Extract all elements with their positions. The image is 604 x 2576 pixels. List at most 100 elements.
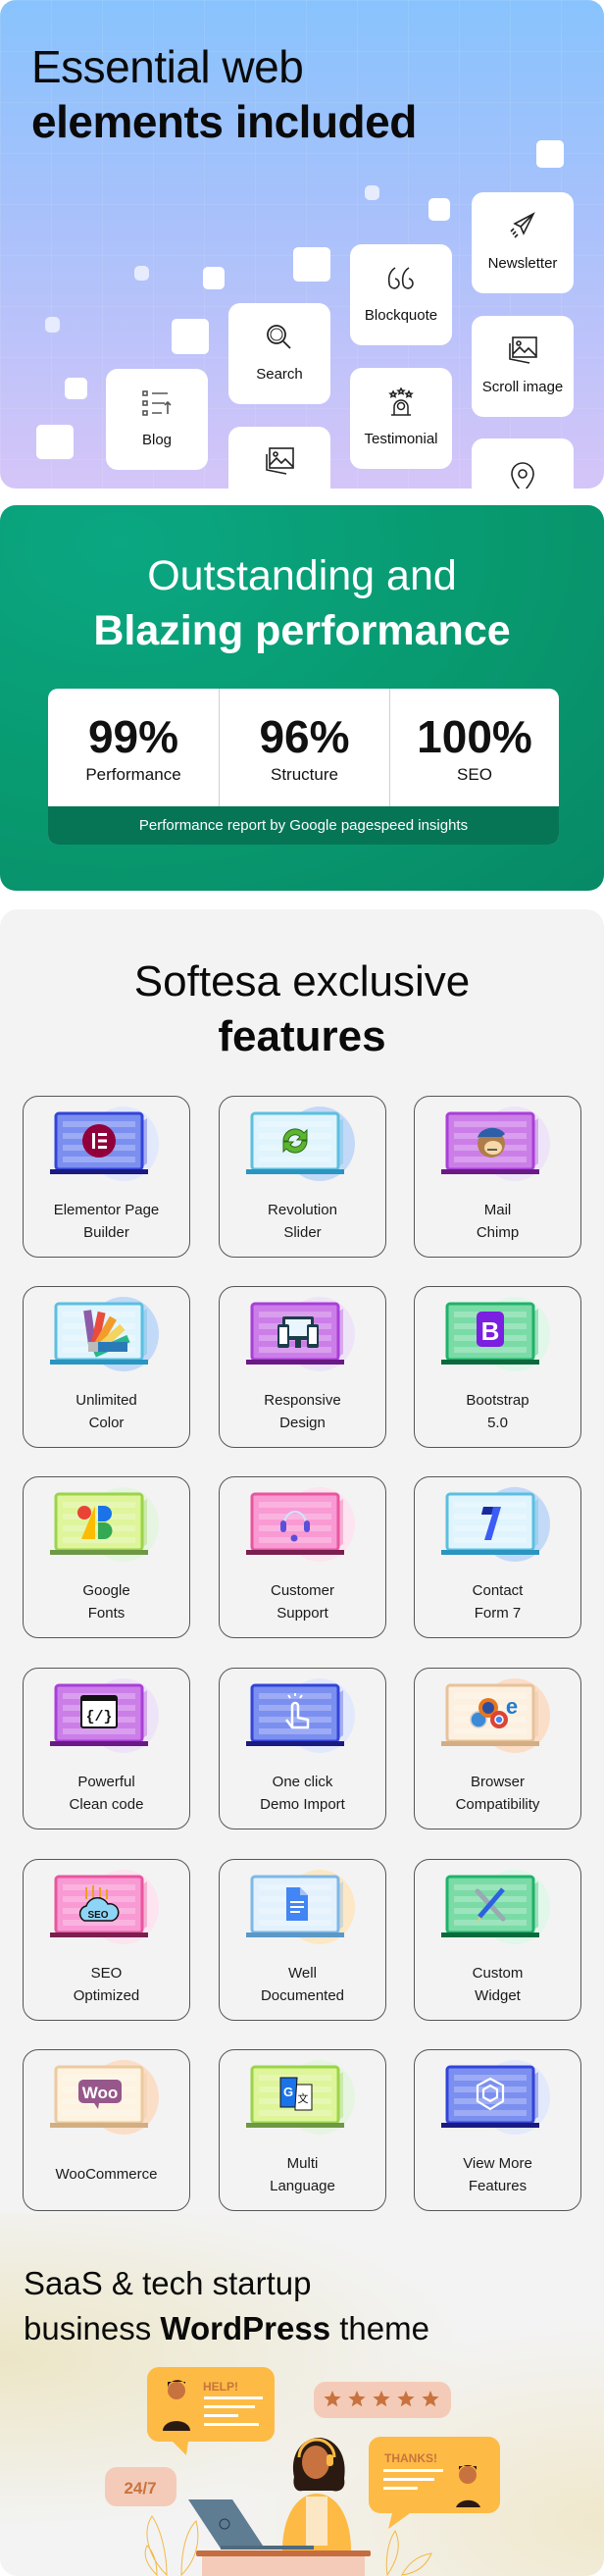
hours-text: 24/7 bbox=[124, 2479, 156, 2498]
feature-label-line1: Responsive bbox=[264, 1392, 341, 1409]
decor-square bbox=[134, 266, 149, 281]
decor-square bbox=[36, 425, 74, 459]
testimonial-icon bbox=[388, 387, 414, 416]
feature-label-line1: Google bbox=[82, 1582, 130, 1599]
thanks-bubble: THANKS! bbox=[369, 2437, 500, 2529]
feature-label-line1: Contact bbox=[472, 1582, 524, 1599]
theme-title-line1: SaaS & tech startup bbox=[24, 2265, 312, 2301]
translate-icon: 文G bbox=[246, 2060, 355, 2135]
quote-icon bbox=[387, 267, 414, 289]
features-title-line1: Softesa exclusive bbox=[133, 957, 471, 1005]
feature-card[interactable]: Custom Widget bbox=[414, 1859, 581, 2021]
features-title-line2: features bbox=[218, 1012, 386, 1060]
bootstrap-logo-icon: B bbox=[441, 1297, 550, 1371]
feature-label-line1: Revolution bbox=[268, 1202, 337, 1218]
feature-label-line2: Support bbox=[277, 1605, 328, 1622]
hexagon-logo-icon bbox=[441, 2060, 550, 2135]
feature-label-line2: Fonts bbox=[87, 1605, 126, 1622]
feature-label-line1: Browser bbox=[470, 1774, 525, 1790]
performance-section: Outstanding and Blazing performance 99% … bbox=[0, 505, 604, 891]
theme-title-line2: business WordPress theme bbox=[24, 2312, 429, 2344]
image-gallery-icon bbox=[266, 447, 294, 475]
feature-card[interactable]: Unlimited Color bbox=[23, 1286, 190, 1448]
elements-title-line2: elements included bbox=[31, 96, 417, 147]
feature-label-line1: Mail bbox=[483, 1202, 512, 1218]
rating-pill bbox=[314, 2382, 451, 2418]
feature-card[interactable]: Elementor Page Builder bbox=[23, 1096, 190, 1258]
feature-card[interactable]: One click Demo Import bbox=[219, 1668, 386, 1829]
feature-card[interactable]: B Bootstrap 5.0 bbox=[414, 1286, 581, 1448]
feature-label-line2: Widget bbox=[475, 1987, 521, 2004]
pagespeed-footer: Performance report by Google pagespeed i… bbox=[48, 806, 559, 845]
element-card-scroll-image[interactable]: Scroll image bbox=[472, 316, 574, 417]
feature-card[interactable]: {/} Powerful Clean code bbox=[23, 1668, 190, 1829]
browsers-icon: e bbox=[441, 1678, 550, 1753]
elements-section: Essential web elements included Blog Sea… bbox=[0, 0, 604, 489]
decor-square bbox=[293, 247, 330, 282]
woocommerce-logo-icon: Woo bbox=[50, 2060, 159, 2135]
element-card-label: Scroll image bbox=[481, 379, 564, 395]
feature-card[interactable]: 文 G Multi Language bbox=[219, 2049, 386, 2211]
feature-label-line2: Demo Import bbox=[260, 1796, 345, 1813]
stat-seo: 100% SEO bbox=[390, 689, 559, 806]
feature-label-line1: Bootstrap bbox=[466, 1392, 529, 1409]
feature-label-line1: Customer bbox=[270, 1582, 335, 1599]
code-window-icon: {/} bbox=[50, 1678, 159, 1753]
elements-title-line1: Essential web bbox=[31, 41, 304, 92]
feature-card[interactable]: Revolution Slider bbox=[219, 1096, 386, 1258]
desk bbox=[196, 2550, 371, 2576]
feature-card[interactable]: View More Features bbox=[414, 2049, 581, 2211]
element-card-testimonial[interactable]: Testimonial bbox=[350, 368, 452, 469]
feature-card[interactable]: Well Documented bbox=[219, 1859, 386, 2021]
feature-card[interactable]: Contact Form 7 bbox=[414, 1476, 581, 1638]
feature-card[interactable]: Mail Chimp bbox=[414, 1096, 581, 1258]
svg-text:B: B bbox=[481, 1316, 500, 1346]
feature-card[interactable]: Google Fonts bbox=[23, 1476, 190, 1638]
feature-label-line2: Slider bbox=[283, 1224, 322, 1241]
element-card-map[interactable] bbox=[472, 438, 574, 489]
decor-square bbox=[428, 198, 450, 221]
headset-icon bbox=[246, 1487, 355, 1562]
feature-label-line2: Clean code bbox=[69, 1796, 144, 1813]
svg-text:{/}: {/} bbox=[85, 1709, 112, 1726]
stat-label: SEO bbox=[457, 765, 492, 784]
feature-label-line1: SEO bbox=[90, 1965, 123, 1982]
element-card-search[interactable]: Search bbox=[228, 303, 330, 404]
features-section: Softesa exclusive features Elementor Pag… bbox=[0, 909, 604, 2576]
element-card-label: Blockquote bbox=[364, 307, 438, 324]
hours-pill: 24/7 bbox=[105, 2467, 176, 2506]
theme-title-post: theme bbox=[330, 2310, 429, 2346]
image-icon bbox=[509, 336, 537, 364]
element-card-newsletter[interactable]: Newsletter bbox=[472, 192, 574, 293]
element-card-blockquote[interactable]: Blockquote bbox=[350, 244, 452, 345]
svg-text:Woo: Woo bbox=[82, 2084, 119, 2102]
performance-title-line2: Blazing performance bbox=[93, 607, 511, 654]
feature-label-line1: Well bbox=[288, 1965, 317, 1982]
decor-square bbox=[45, 317, 60, 333]
stat-value: 100% bbox=[417, 711, 532, 762]
stat-value: 99% bbox=[87, 711, 179, 762]
mailchimp-logo-icon bbox=[441, 1107, 550, 1181]
feature-label-line2: Color bbox=[88, 1415, 125, 1431]
element-card-label: Search bbox=[256, 366, 303, 383]
feature-label-line2: Documented bbox=[260, 1987, 345, 2004]
feature-card[interactable]: SEO SEO Optimized bbox=[23, 1859, 190, 2021]
feature-card[interactable]: Responsive Design bbox=[219, 1286, 386, 1448]
feature-card[interactable]: e Browser Compatibility bbox=[414, 1668, 581, 1829]
stat-performance: 99% Performance bbox=[48, 689, 219, 806]
feature-card[interactable]: Woo WooCommerce bbox=[23, 2049, 190, 2211]
hand-click-icon bbox=[246, 1678, 355, 1753]
decor-square bbox=[172, 319, 209, 354]
element-card-blog[interactable]: Blog bbox=[106, 369, 208, 470]
feature-label-line1: WooCommerce bbox=[55, 2166, 158, 2183]
contact-form-7-logo-icon bbox=[441, 1487, 550, 1562]
seo-cloud-icon: SEO bbox=[50, 1870, 159, 1944]
document-icon bbox=[246, 1870, 355, 1944]
feature-card[interactable]: Customer Support bbox=[219, 1476, 386, 1638]
feature-label-line2: Language bbox=[270, 2178, 335, 2194]
feature-label-line1: Powerful bbox=[77, 1774, 135, 1790]
feature-label-line2: Builder bbox=[83, 1224, 129, 1241]
element-card-image[interactable] bbox=[228, 427, 330, 489]
feature-label-line1: Elementor Page bbox=[53, 1202, 160, 1218]
wrench-pencil-icon bbox=[441, 1870, 550, 1944]
